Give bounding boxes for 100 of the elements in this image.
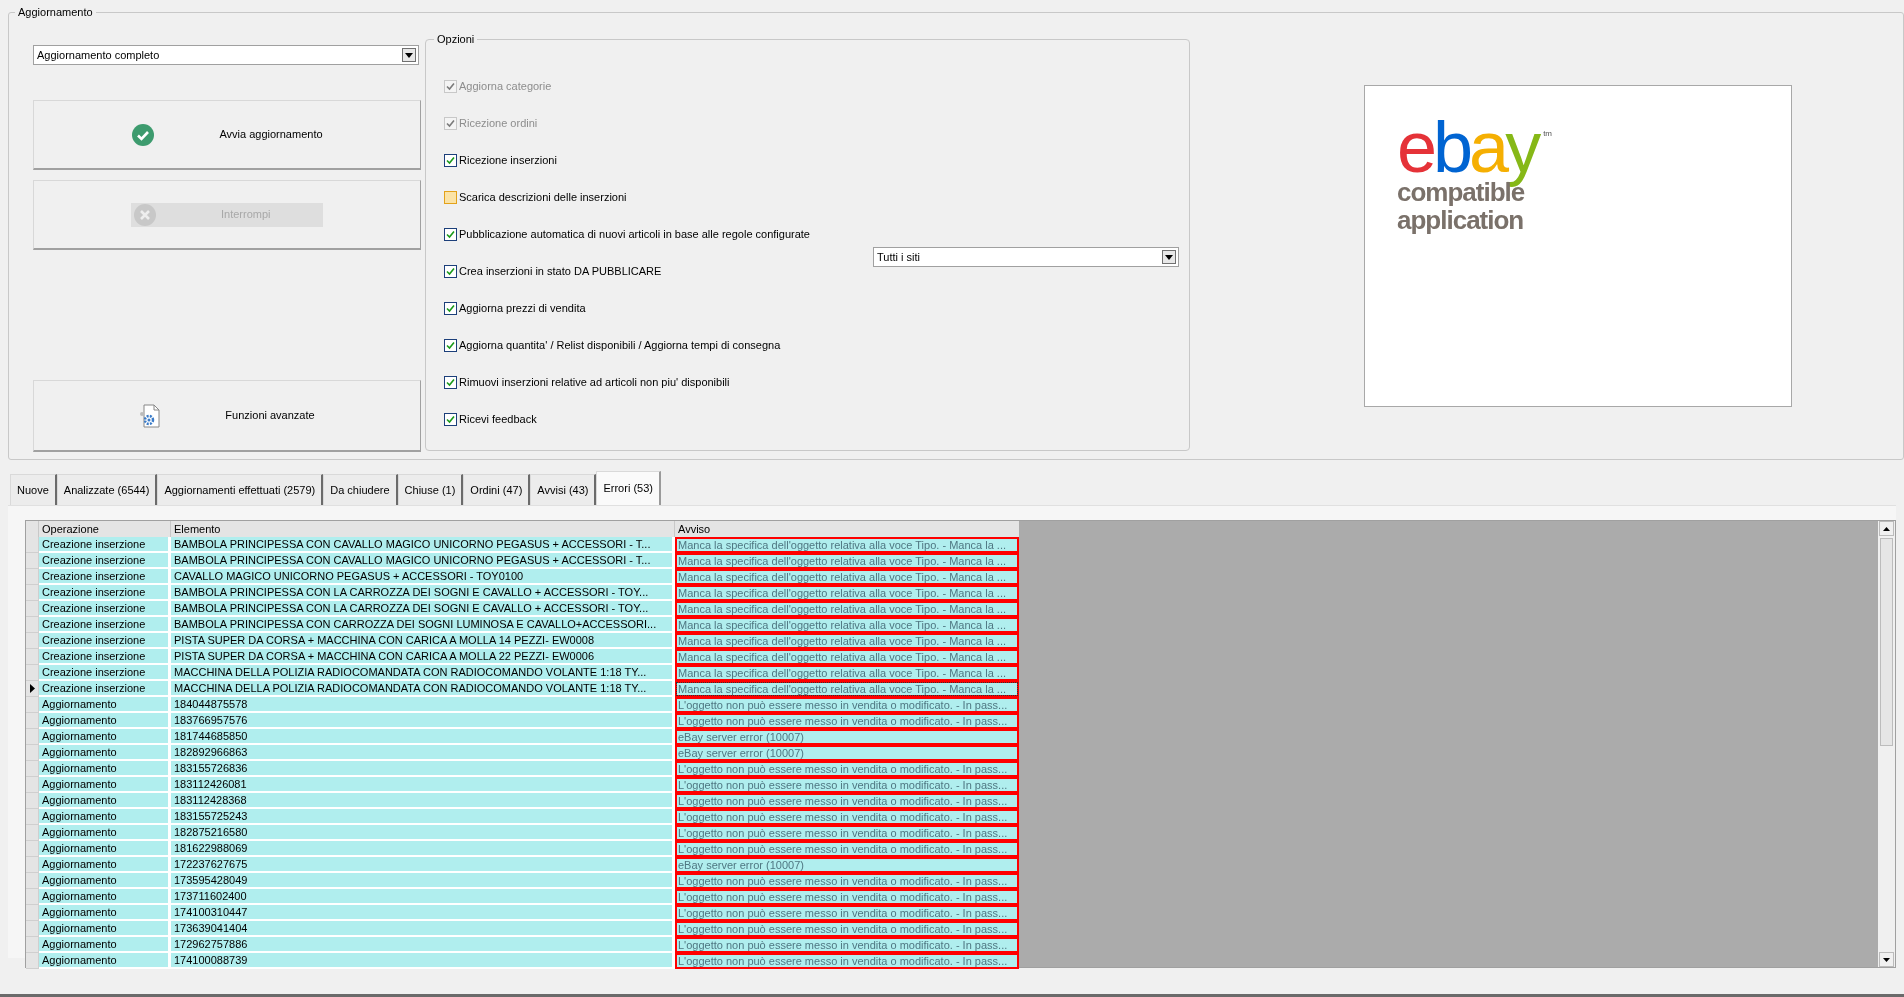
table-cell: Aggiornamento (39, 761, 171, 777)
checkbox[interactable] (444, 301, 457, 315)
table-cell: Creazione inserzione (39, 633, 171, 649)
table-cell: Creazione inserzione (39, 681, 171, 697)
warning-cell: Manca la specifica dell'oggetto relativa alla voce Tipo. - Manca la ... (675, 681, 1019, 697)
table-cell: Aggiornamento (39, 793, 171, 809)
trademark-mark: tm (1543, 128, 1553, 140)
checkbox[interactable] (444, 264, 457, 278)
warning-cell: L'oggetto non può essere messo in vendita o modificato. - In pass... (675, 921, 1019, 937)
warning-cell: L'oggetto non può essere messo in vendita o modificato. - In pass... (675, 841, 1019, 857)
checkbox-label: Ricevi feedback (459, 411, 537, 427)
checkbox-label: Scarica descrizioni delle inserzioni (459, 189, 627, 205)
table-cell: 182875216580 (171, 825, 675, 841)
table-cell: 181622988069 (171, 841, 675, 857)
warning-cell: L'oggetto non può essere messo in vendita o modificato. - In pass... (675, 697, 1019, 713)
tab[interactable]: Nuove (10, 474, 57, 505)
row-header[interactable] (26, 681, 39, 697)
site-dropdown[interactable]: Tutti i siti (873, 247, 1179, 267)
scroll-down-icon[interactable] (1879, 952, 1894, 967)
warning-cell: L'oggetto non può essere messo in vendita o modificato. - In pass... (675, 793, 1019, 809)
tab[interactable]: Avvisi (43) (530, 474, 597, 505)
warning-cell: Manca la specifica dell'oggetto relativa alla voce Tipo. - Manca la ... (675, 617, 1019, 633)
table-cell: Creazione inserzione (39, 617, 171, 633)
checkbox[interactable] (444, 227, 457, 241)
start-button[interactable]: Avvia aggiornamento (33, 100, 421, 170)
warning-cell: L'oggetto non può essere messo in vendita o modificato. - In pass... (675, 825, 1019, 841)
logo-letter: e (1397, 106, 1434, 187)
group-title: Aggiornamento (15, 6, 96, 18)
table-cell: PISTA SUPER DA CORSA + MACCHINA CON CARICA A MOLLA 22 PEZZI- EW0006 (171, 649, 675, 665)
table-cell: 182892966863 (171, 745, 675, 761)
table-cell: 183766957576 (171, 713, 675, 729)
checkbox-label: Rimuovi inserzioni relative ad articoli non piu' disponibili (459, 374, 730, 390)
table-cell: 173595428049 (171, 873, 675, 889)
warning-cell: L'oggetto non può essere messo in vendita o modificato. - In pass... (675, 873, 1019, 889)
warning-cell: L'oggetto non può essere messo in vendita o modificato. - In pass... (675, 889, 1019, 905)
table-cell: BAMBOLA PRINCIPESSA CON LA CARROZZA DEI SOGNI E CAVALLO + ACCESSORI - TOY... (171, 601, 675, 617)
checkbox[interactable] (444, 190, 457, 204)
table-cell: 173639041404 (171, 921, 675, 937)
checkbox[interactable] (444, 375, 457, 389)
options-title: Opzioni (434, 33, 478, 45)
table-cell: Aggiornamento (39, 825, 171, 841)
table-cell: BAMBOLA PRINCIPESSA CON LA CARROZZA DEI SOGNI E CAVALLO + ACCESSORI - TOY... (171, 585, 675, 601)
advanced-functions-button[interactable]: Funzioni avanzate (33, 380, 421, 452)
warning-cell: L'oggetto non può essere messo in vendita o modificato. - In pass... (675, 809, 1019, 825)
scroll-up-icon[interactable] (1879, 521, 1894, 536)
table-cell: Aggiornamento (39, 697, 171, 713)
warning-cell: eBay server error (10007) (675, 729, 1019, 745)
warning-cell: Manca la specifica dell'oggetto relativa alla voce Tipo. - Manca la ... (675, 665, 1019, 681)
checkbox-label: Aggiorna categorie (459, 78, 552, 94)
table-cell: Aggiornamento (39, 745, 171, 761)
current-row-icon (29, 684, 35, 693)
warning-cell: eBay server error (10007) (675, 745, 1019, 761)
scrollbar-thumb[interactable] (1880, 538, 1893, 746)
checkbox-label: Crea inserzioni in stato DA PUBBLICARE (459, 263, 662, 279)
table-cell: 183112426081 (171, 777, 675, 793)
table-cell: Aggiornamento (39, 873, 171, 889)
checkbox-label: Pubblicazione automatica di nuovi articoli in base alle regole configurate (459, 226, 810, 242)
table-cell: Aggiornamento (39, 857, 171, 873)
tab[interactable]: Chiuse (1) (397, 474, 464, 505)
document-gear-icon (139, 403, 162, 428)
tab[interactable]: Aggiornamenti effettuati (2579) (157, 474, 324, 505)
mode-dropdown[interactable]: Aggiornamento completo (33, 45, 419, 65)
table-cell: 172962757886 (171, 937, 675, 953)
tab[interactable]: Ordini (47) (463, 474, 531, 505)
table-cell: Aggiornamento (39, 729, 171, 745)
warning-cell: L'oggetto non può essere messo in vendita o modificato. - In pass... (675, 905, 1019, 921)
check-circle-icon (131, 122, 156, 147)
tab[interactable]: Analizzate (6544) (56, 474, 158, 505)
table-cell: 172237627675 (171, 857, 675, 873)
tab[interactable]: Da chiudere (323, 474, 398, 505)
checkbox-label: Aggiorna prezzi di vendita (459, 300, 586, 316)
checkbox[interactable] (444, 338, 457, 352)
table-cell: Aggiornamento (39, 777, 171, 793)
tab[interactable]: Errori (53) (596, 471, 661, 505)
column-header[interactable]: Avviso (675, 521, 1019, 537)
table-cell: Aggiornamento (39, 953, 171, 969)
table-cell: Aggiornamento (39, 889, 171, 905)
warning-cell: L'oggetto non può essere messo in vendita o modificato. - In pass... (675, 713, 1019, 729)
warning-cell: Manca la specifica dell'oggetto relativa alla voce Tipo. - Manca la ... (675, 633, 1019, 649)
checkbox[interactable] (444, 412, 457, 426)
checkbox[interactable] (444, 153, 457, 167)
warning-cell: L'oggetto non può essere messo in vendita o modificato. - In pass... (675, 777, 1019, 793)
table-cell: Aggiornamento (39, 713, 171, 729)
table-cell: Creazione inserzione (39, 569, 171, 585)
table-cell: 173711602400 (171, 889, 675, 905)
warning-cell: L'oggetto non può essere messo in vendita o modificato. - In pass... (675, 937, 1019, 953)
table-cell: MACCHINA DELLA POLIZIA RADIOCOMANDATA CON RADIOCOMANDO VOLANTE 1:18 TY... (171, 665, 675, 681)
checkbox-label: Ricezione ordini (459, 115, 538, 131)
table-cell: 183155726836 (171, 761, 675, 777)
warning-cell: Manca la specifica dell'oggetto relativa alla voce Tipo. - Manca la ... (675, 585, 1019, 601)
table-cell: CAVALLO MAGICO UNICORNO PEGASUS + ACCESSORI - TOY0100 (171, 569, 675, 585)
table-cell: BAMBOLA PRINCIPESSA CON CAVALLO MAGICO UNICORNO PEGASUS + ACCESSORI - T... (171, 553, 675, 569)
table-cell: MACCHINA DELLA POLIZIA RADIOCOMANDATA CON RADIOCOMANDO VOLANTE 1:18 TY... (171, 681, 675, 697)
table-cell: PISTA SUPER DA CORSA + MACCHINA CON CARICA A MOLLA 14 PEZZI- EW0008 (171, 633, 675, 649)
warning-cell: Manca la specifica dell'oggetto relativa alla voce Tipo. - Manca la ... (675, 569, 1019, 585)
warning-cell: Manca la specifica dell'oggetto relativa alla voce Tipo. - Manca la ... (675, 553, 1019, 569)
table-cell: 183155725243 (171, 809, 675, 825)
table-cell: 181744685850 (171, 729, 675, 745)
checkbox-label: Ricezione inserzioni (459, 152, 557, 168)
table-cell: Aggiornamento (39, 921, 171, 937)
